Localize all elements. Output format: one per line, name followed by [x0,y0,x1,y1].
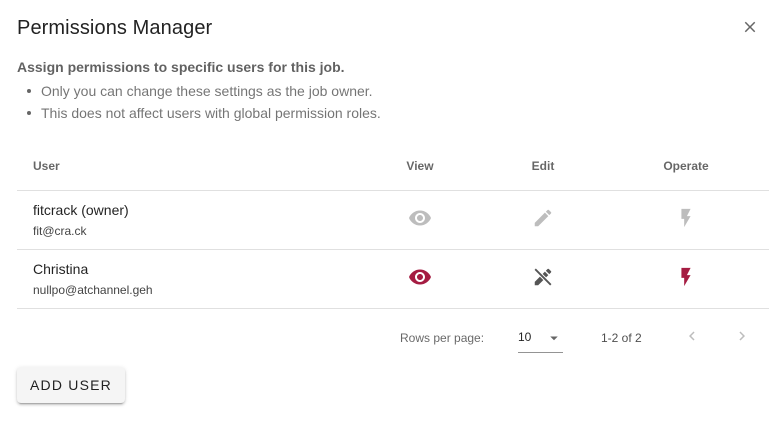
table-row: Christina nullpo@atchannel.geh [17,250,769,309]
eye-icon [408,206,432,235]
chevron-right-icon [733,327,751,350]
user-cell: Christina nullpo@atchannel.geh [33,259,153,300]
column-header-operate: Operate [663,159,709,173]
column-header-edit: Edit [531,159,555,173]
caret-down-icon [545,329,563,352]
chevron-left-icon [683,327,701,350]
user-email: nullpo@atchannel.geh [33,283,153,297]
rows-per-page-value: 10 [518,330,532,344]
view-permission-toggle[interactable] [380,265,460,293]
intro-heading: Assign permissions to specific users for… [17,59,345,75]
view-permission-toggle[interactable] [380,206,460,234]
flash-icon [675,207,697,234]
rows-per-page-select[interactable]: 10 [518,327,563,353]
edit-permission-toggle[interactable] [503,265,583,293]
permissions-dialog: Permissions Manager Assign permissions t… [0,0,784,421]
close-button[interactable] [736,15,764,43]
pencil-off-icon [532,266,554,293]
edit-permission-toggle[interactable] [503,206,583,234]
user-cell: fitcrack (owner) fit@cra.ck [33,200,129,241]
user-email: fit@cra.ck [33,224,87,238]
table-footer: Rows per page: 10 1-2 of 2 [17,309,769,367]
previous-page-button[interactable] [678,324,706,352]
intro-bullets: Only you can change these settings as th… [17,80,757,124]
operate-permission-toggle[interactable] [646,265,726,293]
permissions-table: User View Edit Operate fitcrack (owner) … [17,141,769,367]
intro-section: Assign permissions to specific users for… [17,59,757,124]
column-header-user: User [33,159,60,173]
user-name: Christina [33,261,89,277]
pagination-range: 1-2 of 2 [601,331,642,345]
table-row: fitcrack (owner) fit@cra.ck [17,191,769,250]
dialog-title: Permissions Manager [17,17,213,39]
table-header: User View Edit Operate [17,141,769,191]
intro-bullet: Only you can change these settings as th… [17,80,757,102]
pencil-icon [532,207,554,234]
close-icon [741,18,759,41]
intro-bullet: This does not affect users with global p… [17,102,757,124]
add-user-button[interactable]: Add user [17,367,125,403]
user-name: fitcrack (owner) [33,202,129,218]
next-page-button[interactable] [728,324,756,352]
eye-icon [408,265,432,294]
rows-per-page-label: Rows per page: [400,331,485,345]
column-header-view: View [406,159,434,173]
operate-permission-toggle[interactable] [646,206,726,234]
flash-icon [675,266,697,293]
